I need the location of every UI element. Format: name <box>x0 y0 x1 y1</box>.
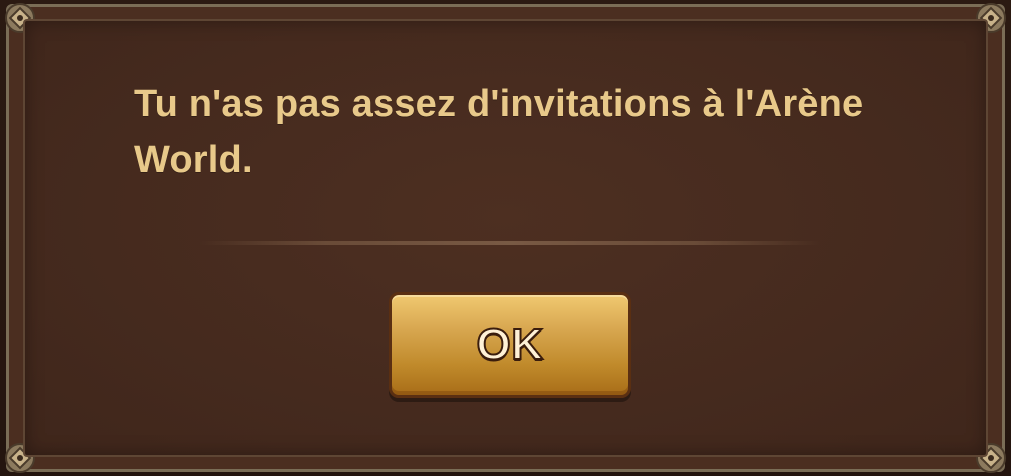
dialog-divider <box>200 241 820 245</box>
dialog-message: Tu n'as pas assez d'invitations à l'Arèn… <box>134 83 864 181</box>
dialog-frame <box>5 3 1006 473</box>
ok-button[interactable]: OK <box>389 292 631 398</box>
dialog-overlay: Tu n'as pas assez d'invitations à l'Arèn… <box>0 0 1011 476</box>
ok-button-label: OK <box>476 320 545 369</box>
